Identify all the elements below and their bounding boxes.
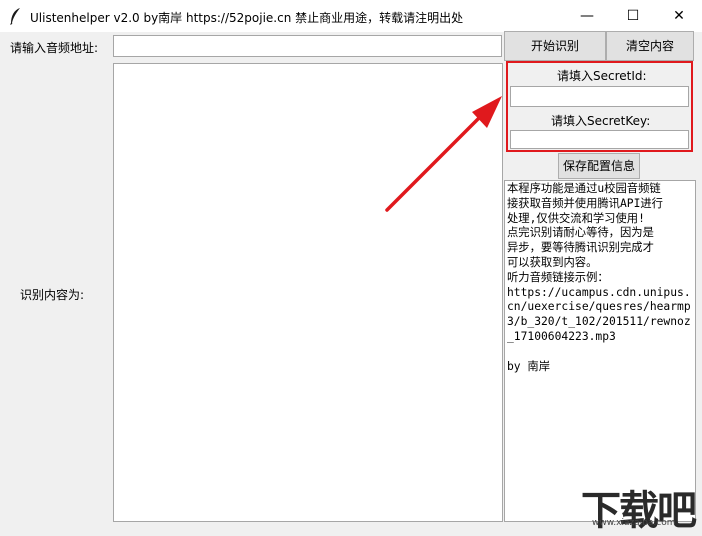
minimize-button[interactable]: — xyxy=(564,0,610,32)
url-label: 请输入音频地址: xyxy=(10,41,99,55)
close-button[interactable]: ✕ xyxy=(656,0,702,32)
info-line: https://ucampus.cdn.unipus. xyxy=(507,285,691,299)
start-recognition-button[interactable]: 开始识别 xyxy=(504,31,606,61)
info-line: 异步，要等待腾讯识别完成才 xyxy=(507,241,654,255)
title-bar: Ulistenhelper v2.0 by南岸 https://52pojie.… xyxy=(0,0,702,32)
info-line: _17100604223.mp3 xyxy=(507,329,616,343)
info-line: 处理,仅供交流和学习使用! xyxy=(507,211,645,225)
info-text-panel: 本程序功能是通过u校园音频链 接获取音频并使用腾讯API进行 处理,仅供交流和学… xyxy=(504,180,696,522)
window-title: Ulistenhelper v2.0 by南岸 https://52pojie.… xyxy=(30,11,464,25)
info-line: by 南岸 xyxy=(507,359,550,373)
maximize-button[interactable]: ☐ xyxy=(610,0,656,32)
url-input[interactable] xyxy=(113,35,502,57)
info-line: 点完识别请耐心等待，因为是 xyxy=(507,226,654,240)
annotation-arrow-icon xyxy=(385,96,502,212)
clear-content-button[interactable]: 清空内容 xyxy=(606,31,694,61)
highlight-box xyxy=(506,61,693,152)
save-config-button[interactable]: 保存配置信息 xyxy=(558,153,640,179)
feather-icon xyxy=(10,8,20,25)
info-line xyxy=(507,345,693,360)
info-line: cn/uexercise/quesres/hearmp xyxy=(507,300,691,314)
info-line: 听力音频链接示例： xyxy=(507,270,609,284)
info-line: 可以获取到内容。 xyxy=(507,255,598,269)
watermark-url: www.xiazaiba.com xyxy=(592,518,676,528)
info-line: 3/b_320/t_102/201511/rewnoz xyxy=(507,315,691,329)
result-label: 识别内容为: xyxy=(20,288,85,302)
info-line: 接获取音频并使用腾讯API进行 xyxy=(507,196,663,210)
info-line: 本程序功能是通过u校园音频链 xyxy=(507,182,661,195)
